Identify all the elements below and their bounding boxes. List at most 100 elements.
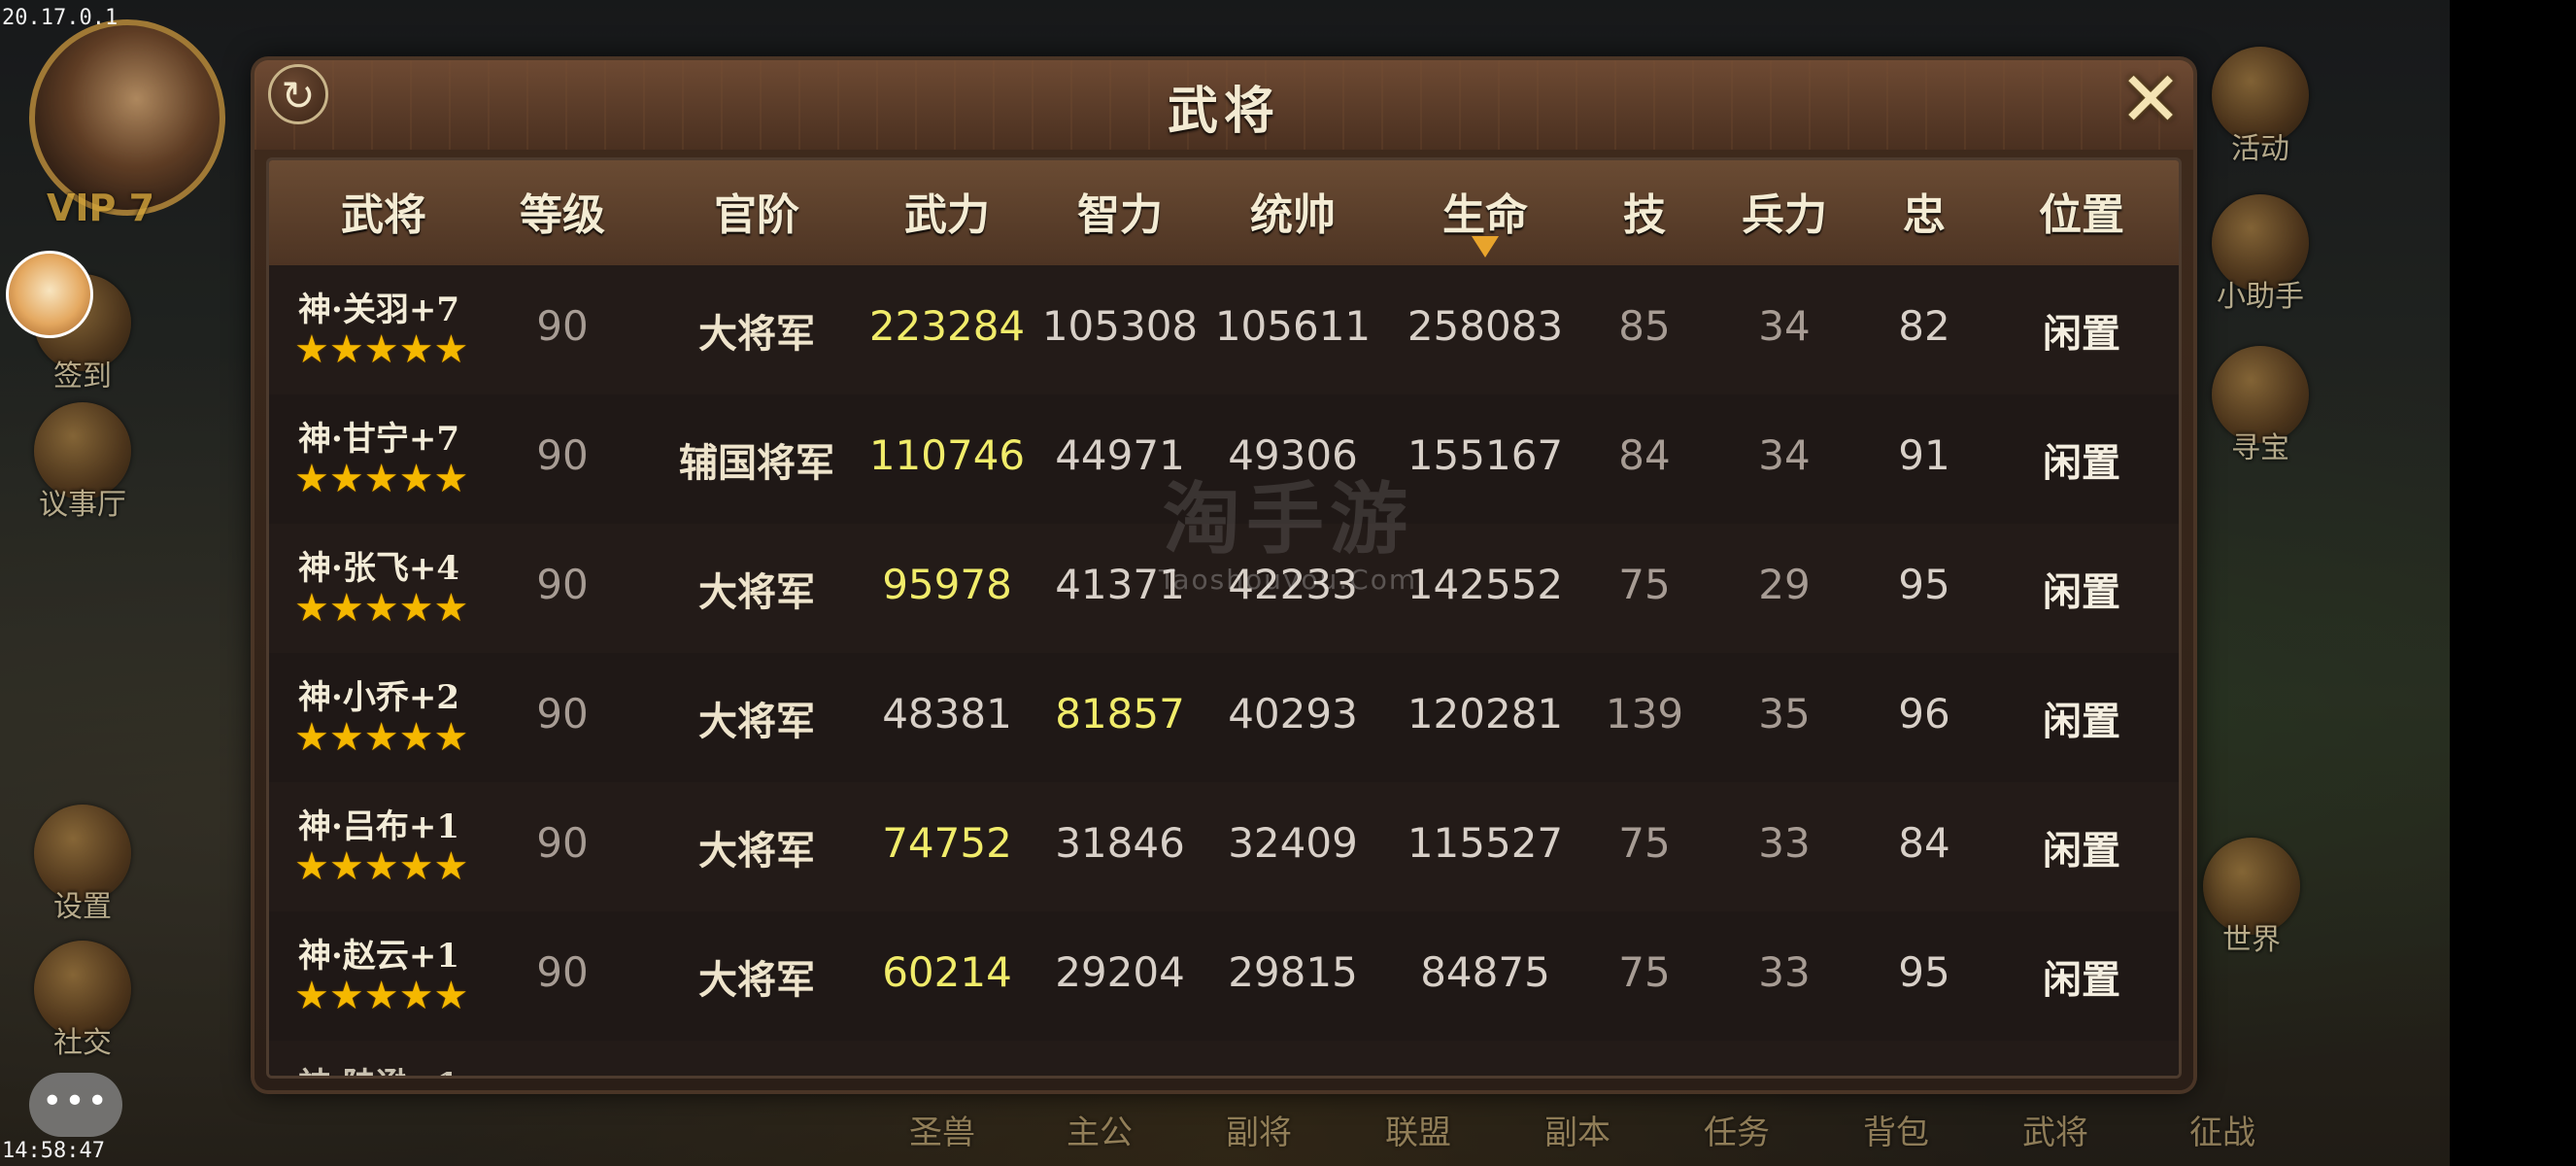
cell-force: 48381 [882, 690, 1012, 737]
table-row[interactable]: 神·关羽+7 ★★★★★ 90 大将军 223284 105308 105611 258083… [269, 265, 2179, 396]
general-name: 神·关羽+7 [298, 291, 459, 329]
helper-button[interactable]: 小助手 [2197, 194, 2323, 315]
cell-intelligence: 81857 [1055, 690, 1185, 737]
cell-hp: 84875 [1420, 948, 1550, 996]
refresh-icon: ↻ [281, 72, 316, 120]
social-label: 社交 [53, 1026, 112, 1060]
bottom-menu-deputy[interactable]: 副将 [1226, 1106, 1292, 1153]
cell-level: 90 [536, 948, 589, 996]
cell-hp: 155167 [1407, 431, 1564, 479]
cell-skill: 75 [1618, 948, 1671, 996]
dialog-title: 武将 [1167, 82, 1280, 141]
cell-force: 223284 [868, 302, 1026, 350]
col-header-hp[interactable]: 生命 [1442, 180, 1528, 242]
table-row[interactable]: 神·赵云+1 ★★★★★ 90 大将军 60214 29204 29815 84875 75 33… [269, 911, 2179, 1043]
star-rating-icon: ★★★★★ [294, 715, 469, 760]
col-header-rank[interactable]: 官阶 [714, 180, 799, 242]
cell-skill: 85 [1618, 302, 1671, 350]
cell-intelligence: 29204 [1055, 948, 1185, 996]
cell-skill: 75 [1618, 819, 1671, 867]
settings-label: 设置 [53, 890, 112, 924]
close-button[interactable]: ✕ [2116, 62, 2186, 138]
cell-intelligence: 41371 [1055, 561, 1185, 608]
events-label: 活动 [2231, 132, 2289, 166]
cat-assistant-icon[interactable] [6, 251, 93, 338]
cell-command: 105611 [1214, 302, 1372, 350]
refresh-button[interactable]: ↻ [268, 64, 328, 124]
screen-edge-bar [2450, 0, 2576, 1166]
col-header-general[interactable]: 武将 [341, 180, 426, 242]
bottom-menu-generals[interactable]: 武将 [2022, 1106, 2088, 1153]
cell-skill: 84 [1618, 431, 1671, 479]
cell-level: 90 [536, 431, 589, 479]
cell-position[interactable]: 闲置 [2043, 690, 2120, 746]
council-label: 议事厅 [39, 488, 126, 522]
settings-button[interactable]: 设置 [29, 805, 136, 925]
chat-bubble-icon[interactable]: ••• [29, 1073, 122, 1137]
checkin-label: 签到 [53, 360, 112, 394]
bottom-menu-campaign[interactable]: 征战 [2189, 1106, 2255, 1153]
generals-dialog: 武将 ↻ ✕ 武将 等级 官阶 武力 智力 统帅 生命 技 兵力 忠 位置 神·… [254, 60, 2193, 1090]
cell-force: 74752 [882, 819, 1012, 867]
table-row[interactable]: 神·吕布+1 ★★★★★ 90 大将军 74752 31846 32409 115527 75 3… [269, 782, 2179, 913]
cell-loyalty: 95 [1898, 561, 1950, 608]
col-header-force[interactable]: 武力 [904, 180, 990, 242]
bottom-menu-lord[interactable]: 主公 [1067, 1106, 1133, 1153]
table-row[interactable]: 神·张飞+4 ★★★★★ 90 大将军 95978 41371 42233 142552 75 2… [269, 524, 2179, 655]
cell-troops: 35 [1758, 690, 1811, 737]
cell-force: 95978 [882, 561, 1012, 608]
col-header-loyalty[interactable]: 忠 [1903, 180, 1946, 242]
bottom-menu-alliance[interactable]: 联盟 [1385, 1106, 1451, 1153]
cell-troops: 33 [1758, 819, 1811, 867]
cell-command: 49306 [1228, 431, 1358, 479]
col-header-skill[interactable]: 技 [1623, 180, 1666, 242]
cell-position[interactable]: 闲置 [2043, 561, 2120, 617]
bottom-menu-bag[interactable]: 背包 [1863, 1106, 1929, 1153]
table-row[interactable]: 神·陆逊+1 [269, 1041, 2179, 1076]
star-rating-icon: ★★★★★ [294, 974, 469, 1018]
bottom-menu-beast[interactable]: 圣兽 [909, 1106, 975, 1153]
cell-level: 90 [536, 561, 589, 608]
cell-loyalty: 96 [1898, 690, 1950, 737]
table-row[interactable]: 神·甘宁+7 ★★★★★ 90 辅国将军 110746 44971 49306 155167 8… [269, 394, 2179, 526]
cell-rank: 大将军 [698, 828, 815, 874]
cell-rank: 大将军 [698, 957, 815, 1003]
sort-desc-icon [1472, 236, 1499, 257]
cell-position[interactable]: 闲置 [2043, 819, 2120, 875]
table-row[interactable]: 神·小乔+2 ★★★★★ 90 大将军 48381 81857 40293 120281 139… [269, 653, 2179, 784]
cell-troops: 34 [1758, 302, 1811, 350]
world-button[interactable]: 世界 [2193, 838, 2310, 958]
col-header-intelligence[interactable]: 智力 [1077, 180, 1163, 242]
star-rating-icon: ★★★★★ [294, 327, 469, 372]
close-icon: ✕ [2118, 56, 2183, 144]
cell-hp: 120281 [1407, 690, 1564, 737]
helper-label: 小助手 [2217, 280, 2304, 314]
col-header-position[interactable]: 位置 [2039, 180, 2124, 242]
col-header-level[interactable]: 等级 [520, 180, 605, 242]
council-button[interactable]: 议事厅 [19, 402, 146, 523]
cell-intelligence: 31846 [1055, 819, 1185, 867]
cell-hp: 142552 [1407, 561, 1564, 608]
general-name: 神·陆逊+1 [298, 1058, 459, 1076]
cell-command: 40293 [1228, 690, 1358, 737]
cell-skill: 139 [1605, 690, 1684, 737]
cell-rank: 辅国将军 [679, 440, 834, 486]
col-header-command[interactable]: 统帅 [1250, 180, 1336, 242]
cell-position[interactable]: 闲置 [2043, 302, 2120, 359]
cell-hp: 258083 [1407, 302, 1564, 350]
general-name: 神·甘宁+7 [298, 420, 459, 459]
cell-position[interactable]: 闲置 [2043, 431, 2120, 488]
events-button[interactable]: 活动 [2207, 47, 2314, 167]
bottom-menu-instance[interactable]: 副本 [1544, 1106, 1610, 1153]
generals-table: 武将 等级 官阶 武力 智力 统帅 生命 技 兵力 忠 位置 神·关羽+7 ★★★… [266, 157, 2182, 1079]
social-button[interactable]: 社交 [29, 941, 136, 1061]
treasure-button[interactable]: 寻宝 [2207, 346, 2314, 466]
bottom-menu-quest[interactable]: 任务 [1704, 1106, 1770, 1153]
cell-rank: 大将军 [698, 569, 815, 615]
cell-loyalty: 95 [1898, 948, 1950, 996]
cell-troops: 34 [1758, 431, 1811, 479]
cell-loyalty: 84 [1898, 819, 1950, 867]
cell-rank: 大将军 [698, 699, 815, 744]
cell-position[interactable]: 闲置 [2043, 948, 2120, 1005]
col-header-troops[interactable]: 兵力 [1742, 180, 1827, 242]
